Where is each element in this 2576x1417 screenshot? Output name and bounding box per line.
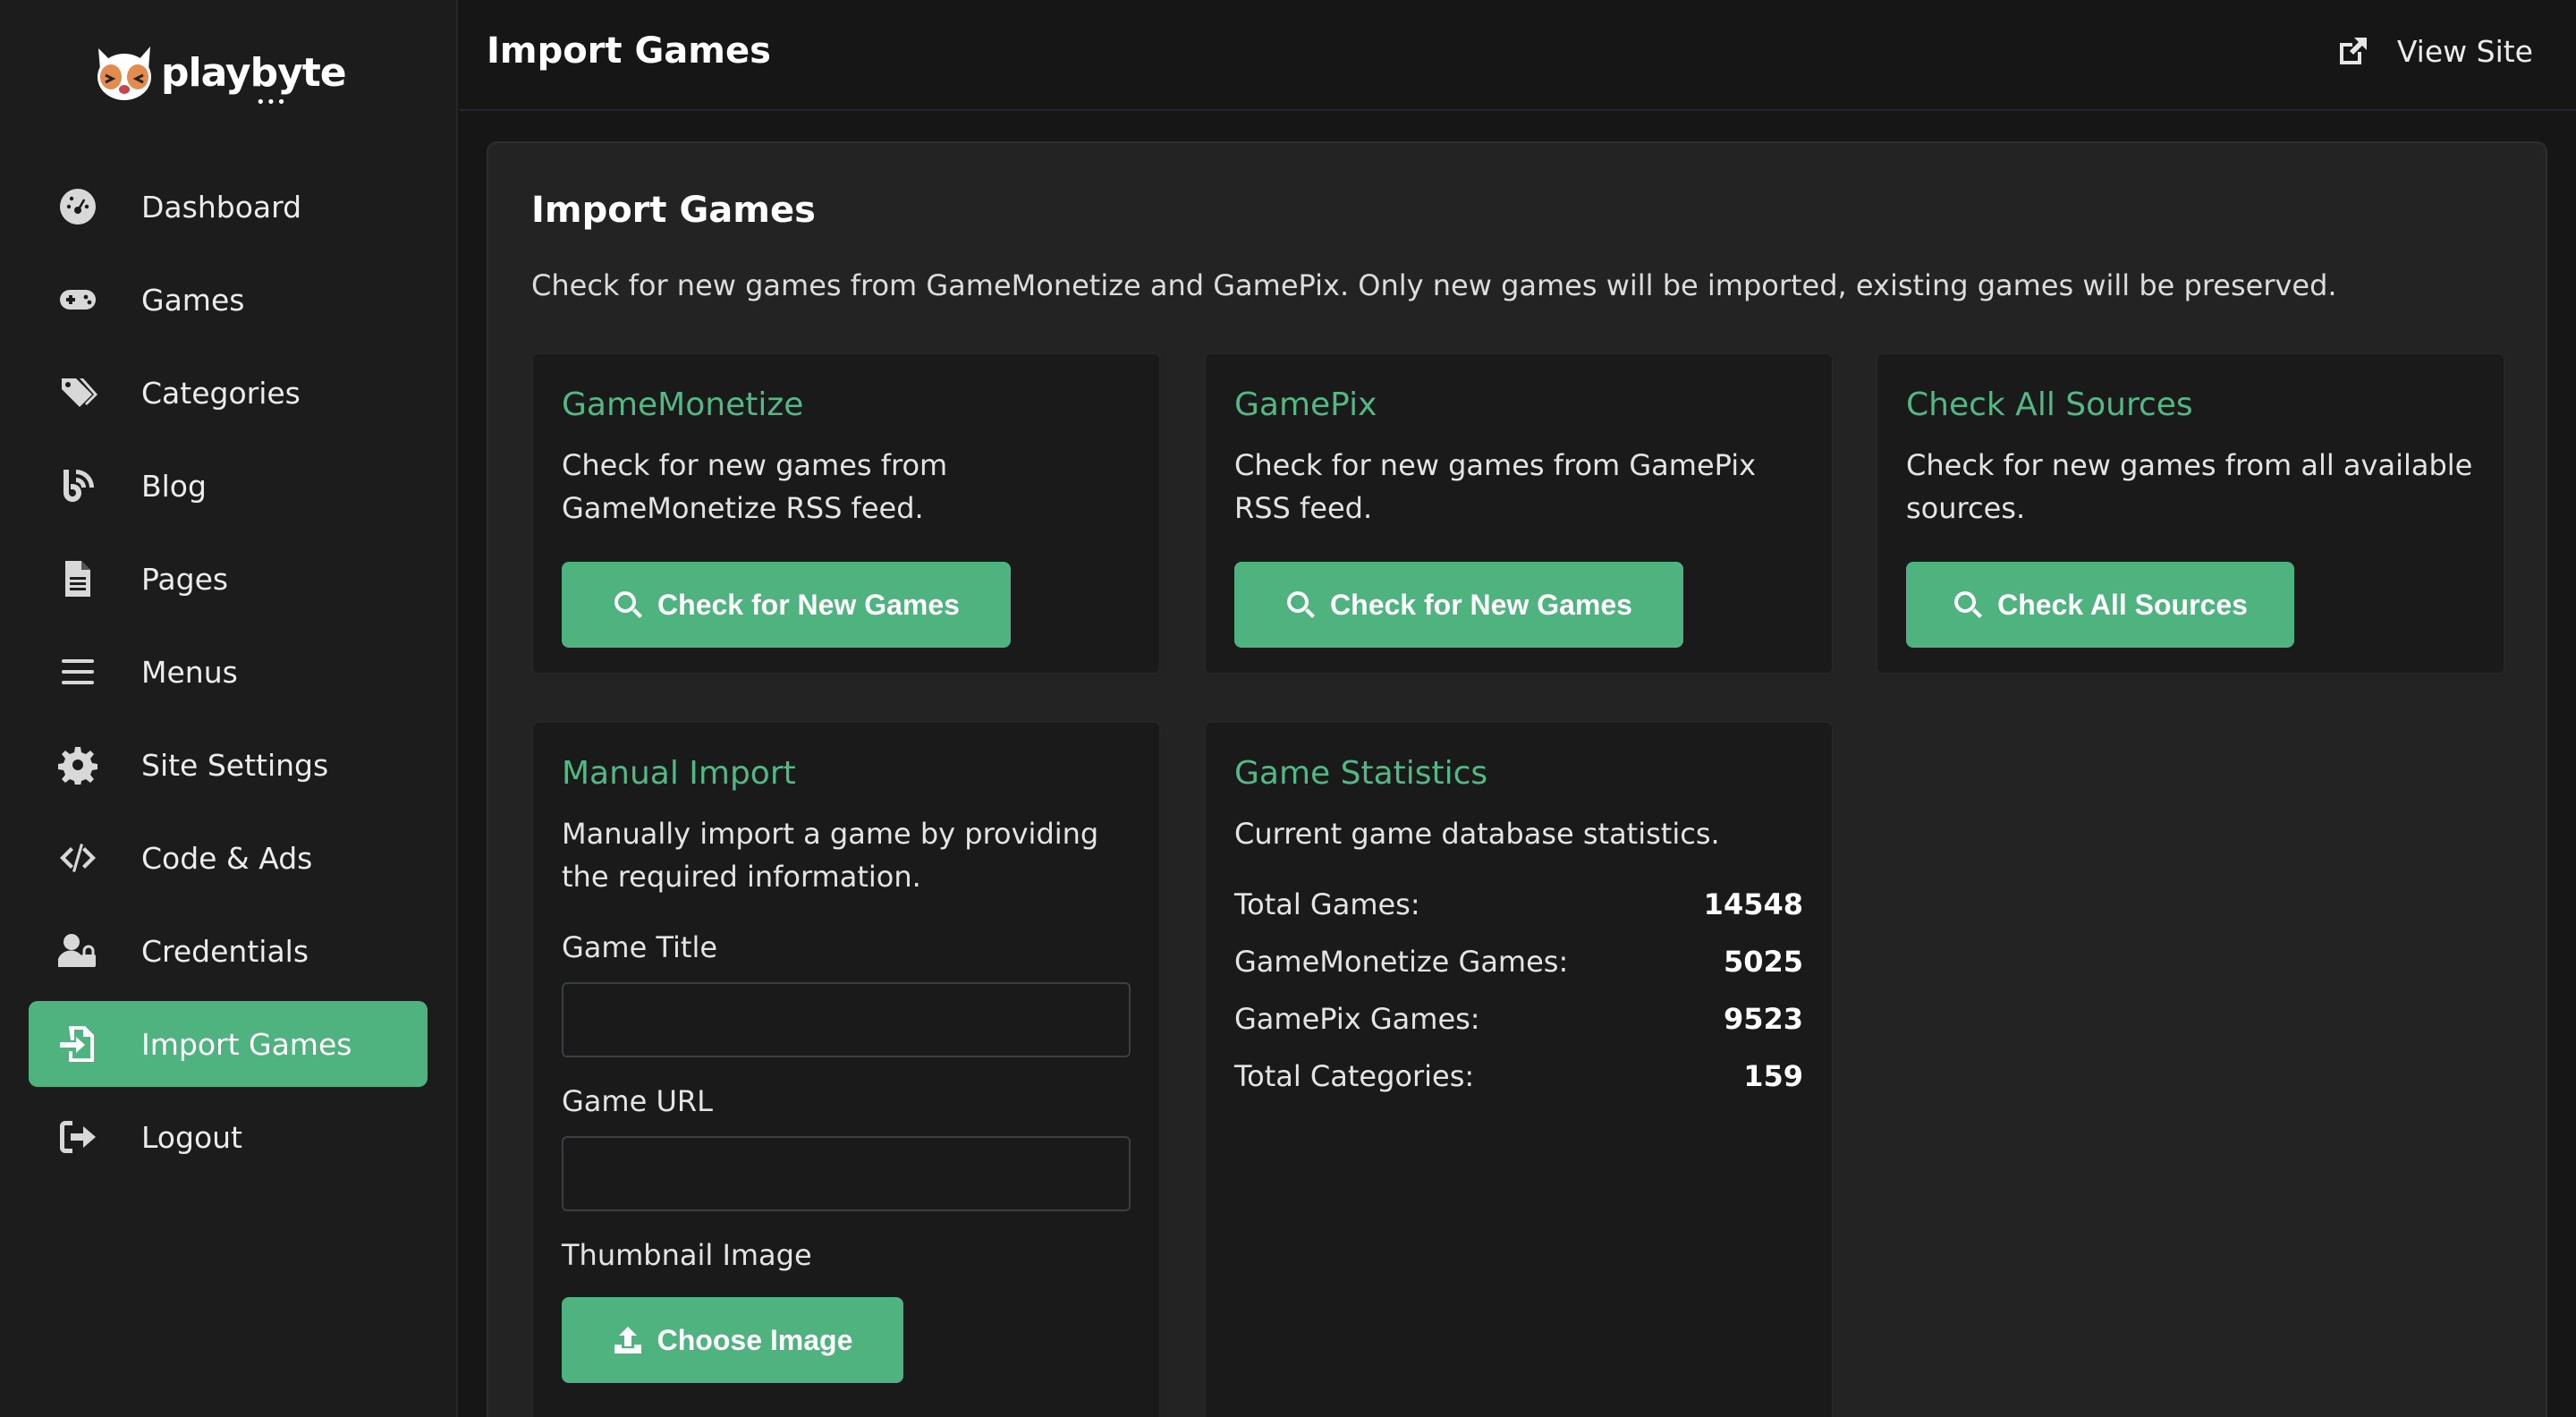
stat-row-total-categories: Total Categories: 159 <box>1234 1059 1803 1093</box>
check-all-sources-button[interactable]: Check All Sources <box>1906 562 2294 648</box>
sidebar-item-label: Games <box>141 282 245 318</box>
sidebar-item-label: Categories <box>141 375 301 411</box>
sidebar-item-games[interactable]: Games <box>29 257 428 343</box>
panel-description: Check for new games from GameMonetize an… <box>531 268 2337 302</box>
sidebar-item-label: Credentials <box>141 933 309 969</box>
logo-dots: ••• <box>256 93 287 112</box>
sidebar-item-logout[interactable]: Logout <box>29 1094 428 1180</box>
stat-label: GameMonetize Games: <box>1234 945 1569 979</box>
logo[interactable]: playbyte ••• <box>91 38 347 112</box>
hamburger-menu-icon <box>57 651 98 692</box>
stat-label: Total Games: <box>1234 887 1420 921</box>
stat-label: Total Categories: <box>1234 1059 1475 1093</box>
search-icon <box>1287 591 1316 618</box>
card-title: GamePix <box>1234 386 1377 423</box>
card-description: Current game database statistics. <box>1234 817 1720 851</box>
file-import-icon <box>57 1023 98 1065</box>
sidebar-item-blog[interactable]: Blog <box>29 443 428 529</box>
check-gamepix-button[interactable]: Check for New Games <box>1234 562 1683 648</box>
user-lock-icon <box>57 930 98 972</box>
blog-icon <box>57 465 98 506</box>
stat-label: GamePix Games: <box>1234 1002 1480 1036</box>
dashboard-gauge-icon <box>57 186 98 227</box>
sidebar-nav: Dashboard Games Categories Blog Pages Me… <box>29 164 428 1187</box>
gamepad-icon <box>57 279 98 320</box>
gamepix-card: GamePix Check for new games from GamePix… <box>1204 352 1834 675</box>
view-site-label: View Site <box>2396 34 2533 69</box>
sign-out-icon <box>57 1116 98 1158</box>
card-description: Check for new games from all available s… <box>1906 448 2473 525</box>
sidebar-item-label: Dashboard <box>141 189 302 225</box>
admin-app: playbyte ••• Dashboard Games Categories … <box>0 0 2576 1417</box>
card-title: Game Statistics <box>1234 755 1488 792</box>
choose-image-button[interactable]: Choose Image <box>562 1297 903 1383</box>
search-icon <box>1954 591 1983 618</box>
card-description: Check for new games from GameMonetize RS… <box>562 448 948 525</box>
sidebar-item-label: Menus <box>141 654 238 690</box>
manual-import-card: Manual Import Manually import a game by … <box>531 721 1161 1417</box>
thumbnail-label: Thumbnail Image <box>562 1238 812 1272</box>
button-label: Choose Image <box>657 1323 853 1356</box>
game-url-input[interactable] <box>562 1136 1131 1211</box>
upload-icon <box>614 1327 641 1353</box>
logo-text: playbyte <box>161 49 347 96</box>
search-icon <box>614 591 643 618</box>
sidebar-item-code-ads[interactable]: Code & Ads <box>29 815 428 901</box>
panel-title: Import Games <box>531 190 816 231</box>
stat-row-gamepix-games: GamePix Games: 9523 <box>1234 1002 1803 1036</box>
page-title: Import Games <box>487 30 771 72</box>
card-title: GameMonetize <box>562 386 804 423</box>
top-header: Import Games View Site <box>460 0 2576 111</box>
sidebar-item-label: Blog <box>141 468 207 504</box>
card-description: Check for new games from GamePix RSS fee… <box>1234 448 1757 525</box>
sidebar-item-dashboard[interactable]: Dashboard <box>29 164 428 250</box>
stat-row-total-games: Total Games: 14548 <box>1234 887 1803 921</box>
stat-value: 9523 <box>1723 1002 1803 1036</box>
game-title-label: Game Title <box>562 930 718 964</box>
sidebar-item-label: Import Games <box>141 1026 352 1062</box>
code-icon <box>57 837 98 878</box>
gear-icon <box>57 744 98 785</box>
sidebar-item-pages[interactable]: Pages <box>29 536 428 622</box>
gamemonetize-card: GameMonetize Check for new games from Ga… <box>531 352 1161 675</box>
sidebar-item-label: Site Settings <box>141 747 329 783</box>
stat-value: 14548 <box>1703 887 1803 921</box>
game-url-label: Game URL <box>562 1084 713 1118</box>
import-panel: Import Games Check for new games from Ga… <box>487 141 2547 1417</box>
external-link-icon <box>2339 37 2367 64</box>
view-site-link[interactable]: View Site <box>2336 34 2533 69</box>
sidebar-item-categories[interactable]: Categories <box>29 350 428 436</box>
cat-mascot-icon <box>97 47 151 100</box>
button-label: Check for New Games <box>657 588 960 621</box>
check-gamemonetize-button[interactable]: Check for New Games <box>562 562 1011 648</box>
sidebar-item-menus[interactable]: Menus <box>29 629 428 715</box>
stat-value: 5025 <box>1723 945 1803 979</box>
check-all-sources-card: Check All Sources Check for new games fr… <box>1876 352 2505 675</box>
sidebar-item-label: Logout <box>141 1119 242 1155</box>
sidebar-item-label: Code & Ads <box>141 840 313 876</box>
sidebar-item-label: Pages <box>141 561 229 597</box>
sidebar-item-site-settings[interactable]: Site Settings <box>29 722 428 808</box>
sidebar-item-import-games[interactable]: Import Games <box>29 1001 428 1087</box>
sidebar-item-credentials[interactable]: Credentials <box>29 908 428 994</box>
file-text-icon <box>57 558 98 599</box>
game-title-input[interactable] <box>562 982 1131 1057</box>
game-statistics-card: Game Statistics Current game database st… <box>1204 721 1834 1417</box>
button-label: Check for New Games <box>1330 588 1632 621</box>
sidebar: playbyte ••• Dashboard Games Categories … <box>0 0 458 1417</box>
stat-row-gamemonetize-games: GameMonetize Games: 5025 <box>1234 945 1803 979</box>
card-title: Manual Import <box>562 755 796 792</box>
tags-icon <box>57 372 98 413</box>
card-description: Manually import a game by providing the … <box>562 817 1099 894</box>
stat-value: 159 <box>1743 1059 1803 1093</box>
card-title: Check All Sources <box>1906 386 2193 423</box>
button-label: Check All Sources <box>1997 588 2248 621</box>
